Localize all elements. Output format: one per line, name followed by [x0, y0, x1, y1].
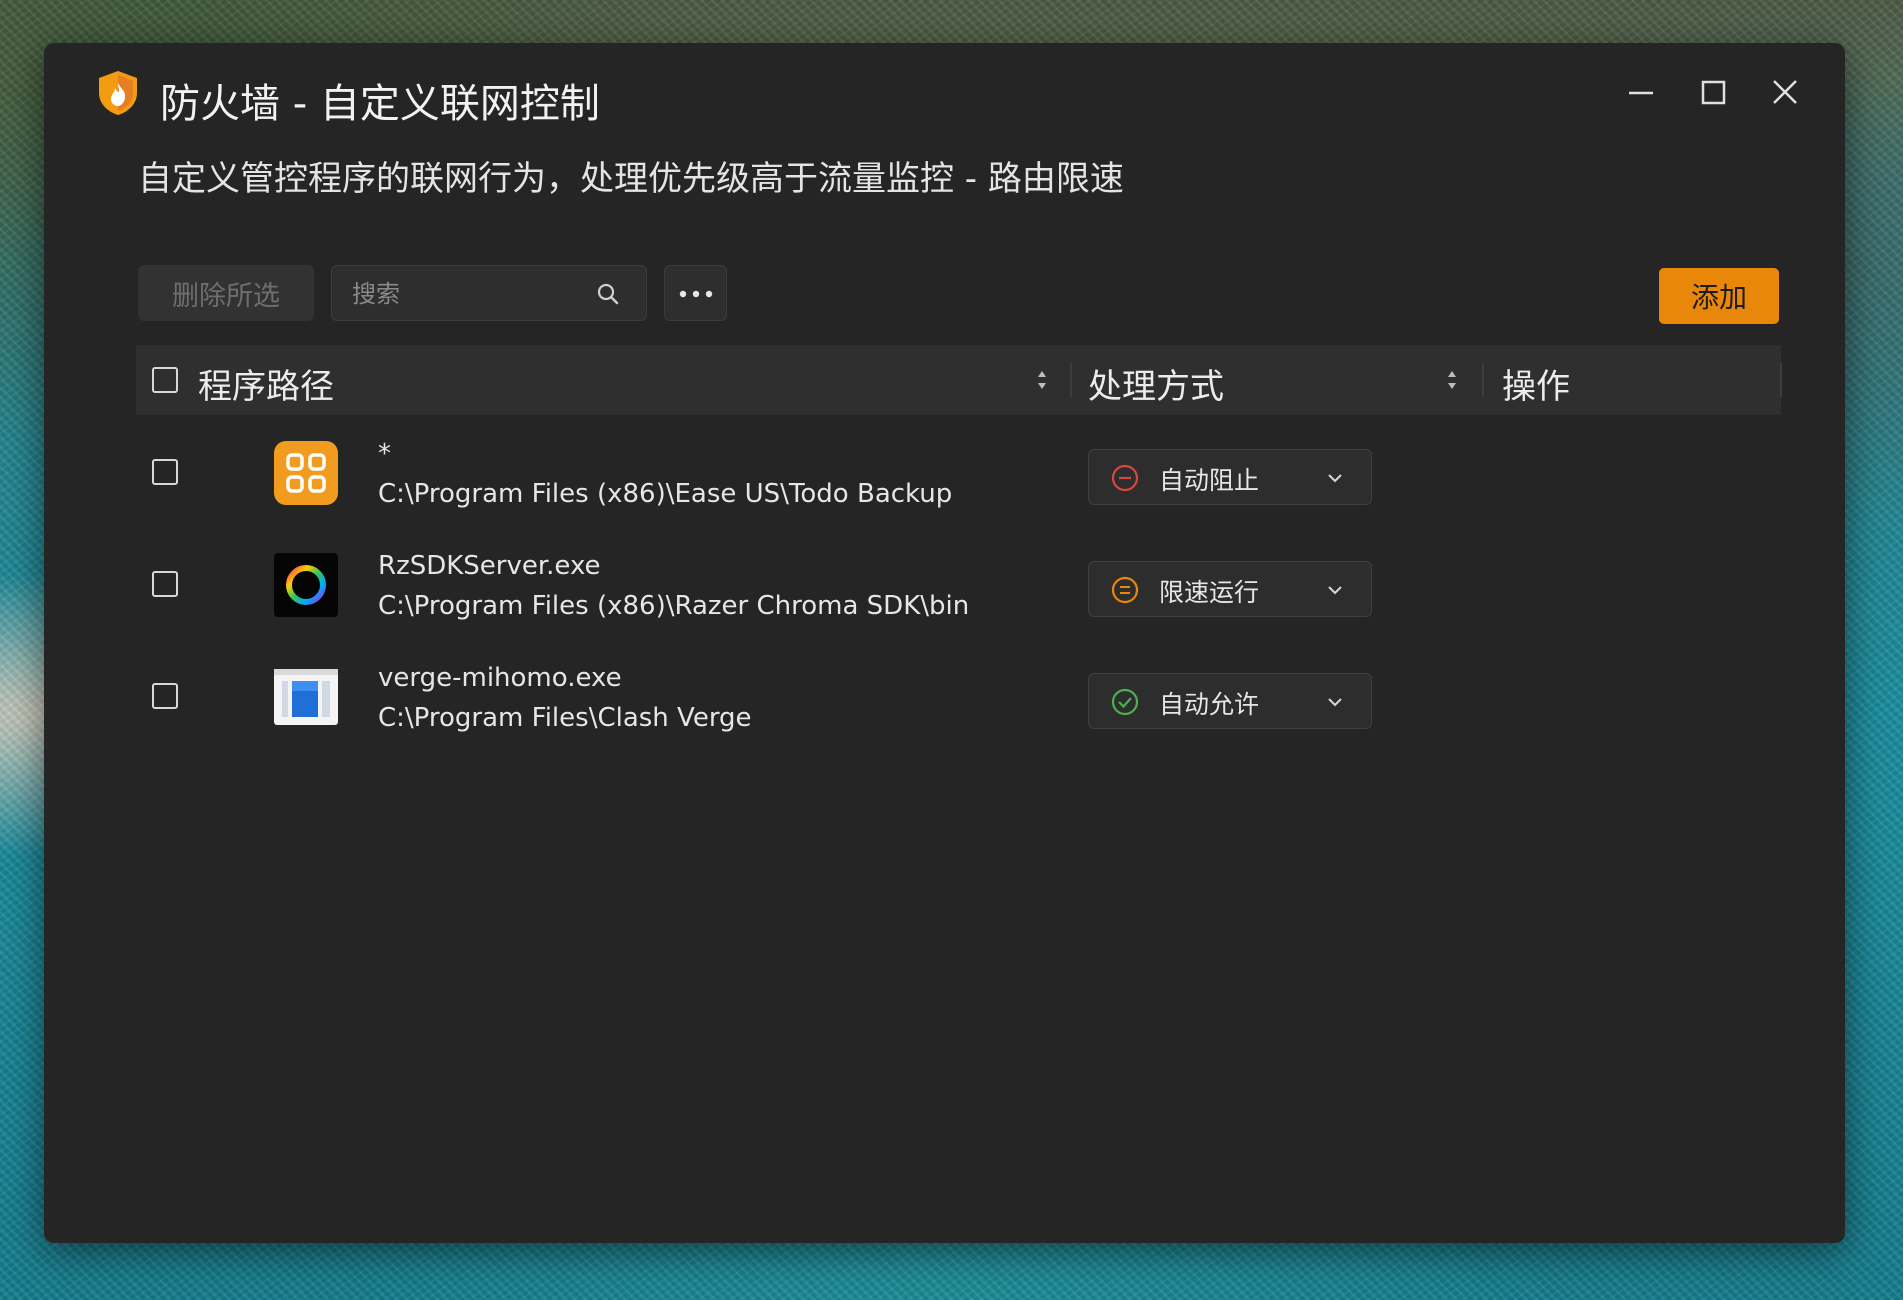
search-icon[interactable]: [596, 282, 620, 306]
column-header-mode[interactable]: 处理方式: [1088, 359, 1224, 408]
page-description: 自定义管控程序的联网行为，处理优先级高于流量监控 - 路由限速: [138, 159, 1124, 199]
select-all-checkbox[interactable]: [152, 367, 178, 393]
column-divider[interactable]: [1070, 363, 1072, 397]
chevron-down-icon: [1325, 692, 1345, 712]
row-checkbox[interactable]: [152, 459, 178, 485]
row-checkbox[interactable]: [152, 683, 178, 709]
mode-dropdown[interactable]: 自动允许: [1088, 673, 1372, 729]
program-path: C:\Program Files (x86)\Ease US\Todo Back…: [378, 479, 953, 509]
more-options-button[interactable]: [664, 265, 727, 321]
firewall-window: 防火墙 - 自定义联网控制 自定义管控程序的联网行为，处理优先级高于流量监控 -…: [44, 43, 1845, 1243]
table-header: 程序路径 处理方式 操作: [136, 345, 1782, 415]
shield-flame-icon: [96, 69, 140, 117]
add-button[interactable]: 添加: [1659, 268, 1779, 324]
toolbar: 删除所选 添加: [138, 265, 1845, 324]
chevron-down-icon: [1325, 580, 1345, 600]
program-name: RzSDKServer.exe: [378, 551, 601, 581]
delete-selected-button[interactable]: 删除所选: [138, 265, 314, 321]
mode-label: 自动阻止: [1159, 466, 1260, 495]
chroma-ring-icon: [274, 553, 338, 617]
mode-dropdown[interactable]: 自动阻止: [1088, 449, 1372, 505]
window-app-icon: [274, 665, 338, 729]
table-row[interactable]: RzSDKServer.exe C:\Program Files (x86)\R…: [136, 527, 1781, 639]
column-header-ops: 操作: [1502, 367, 1570, 407]
mode-label: 自动允许: [1159, 690, 1260, 719]
column-header-path[interactable]: 程序路径: [198, 359, 334, 408]
window-title: 防火墙 - 自定义联网控制: [160, 81, 600, 127]
mode-dropdown[interactable]: 限速运行: [1088, 561, 1372, 617]
block-circle-icon: [1111, 464, 1139, 492]
mode-label: 限速运行: [1159, 578, 1260, 607]
program-table: 程序路径 处理方式 操作 * C:\Program Files (x86)\Ea…: [136, 345, 1782, 751]
minimize-icon[interactable]: [1619, 73, 1663, 113]
apps-grid-icon: [274, 441, 338, 505]
program-path: C:\Program Files (x86)\Razer Chroma SDK\…: [378, 591, 970, 621]
check-circle-icon: [1111, 688, 1139, 716]
search-input[interactable]: [350, 266, 594, 322]
column-divider[interactable]: [1780, 363, 1782, 397]
row-checkbox[interactable]: [152, 571, 178, 597]
program-path: C:\Program Files\Clash Verge: [378, 703, 752, 733]
maximize-icon[interactable]: [1691, 73, 1735, 113]
sort-icon[interactable]: [1444, 365, 1460, 395]
sort-icon[interactable]: [1034, 365, 1050, 395]
table-row[interactable]: verge-mihomo.exe C:\Program Files\Clash …: [136, 639, 1781, 751]
table-row[interactable]: * C:\Program Files (x86)\Ease US\Todo Ba…: [136, 415, 1781, 527]
limit-circle-icon: [1111, 576, 1139, 604]
title-bar: 防火墙 - 自定义联网控制: [44, 43, 1845, 143]
chevron-down-icon: [1325, 468, 1345, 488]
program-name: *: [378, 439, 391, 469]
column-divider[interactable]: [1482, 363, 1484, 397]
search-field[interactable]: [331, 265, 647, 322]
close-icon[interactable]: [1763, 73, 1807, 113]
program-name: verge-mihomo.exe: [378, 663, 622, 693]
more-dots-icon: [678, 284, 714, 303]
